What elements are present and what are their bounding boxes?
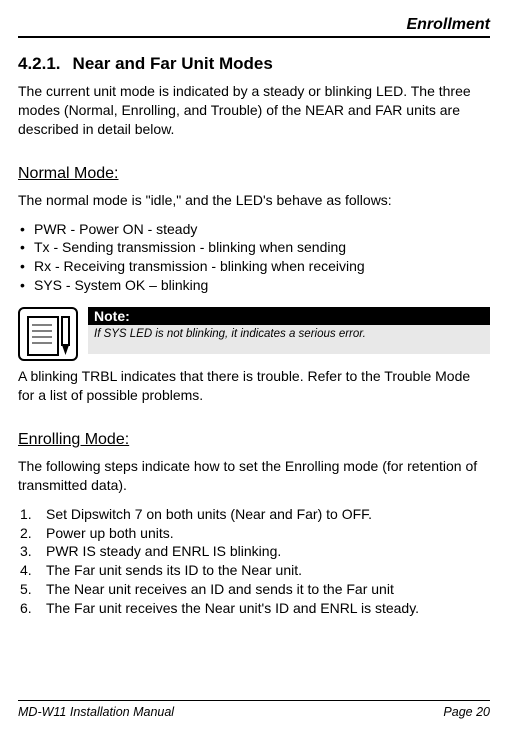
section-intro: The current unit mode is indicated by a … (18, 82, 490, 139)
enrolling-desc: The following steps indicate how to set … (18, 457, 490, 495)
bullet-icon: • (20, 220, 34, 239)
list-item: •SYS - System OK – blinking (20, 276, 490, 295)
footer-rule (18, 700, 490, 701)
bullet-text: PWR - Power ON - steady (34, 220, 197, 239)
list-item: 6.The Far unit receives the Near unit's … (20, 599, 490, 618)
step-number: 2. (20, 524, 46, 543)
list-item: 2.Power up both units. (20, 524, 490, 543)
header-rule (18, 36, 490, 38)
bullet-text: Tx - Sending transmission - blinking whe… (34, 238, 346, 257)
page-footer: MD-W11 Installation Manual Page 20 (18, 700, 490, 719)
step-text: The Near unit receives an ID and sends i… (46, 580, 394, 599)
list-item: •Rx - Receiving transmission - blinking … (20, 257, 490, 276)
section-heading: 4.2.1. Near and Far Unit Modes (18, 54, 490, 74)
enrolling-steps: 1.Set Dipswitch 7 on both units (Near an… (18, 505, 490, 618)
footer-left: MD-W11 Installation Manual (18, 705, 174, 719)
bullet-text: SYS - System OK – blinking (34, 276, 208, 295)
step-text: PWR IS steady and ENRL IS blinking. (46, 542, 281, 561)
step-number: 6. (20, 599, 46, 618)
note-block: Note: If SYS LED is not blinking, it ind… (18, 307, 490, 361)
enrolling-heading: Enrolling Mode: (18, 431, 490, 449)
step-number: 1. (20, 505, 46, 524)
normal-bullets: •PWR - Power ON - steady •Tx - Sending t… (18, 220, 490, 296)
step-text: The Far unit receives the Near unit's ID… (46, 599, 419, 618)
list-item: •PWR - Power ON - steady (20, 220, 490, 239)
list-item: 4.The Far unit sends its ID to the Near … (20, 561, 490, 580)
list-item: 5.The Near unit receives an ID and sends… (20, 580, 490, 599)
note-label: Note: (88, 307, 490, 325)
section-title: Near and Far Unit Modes (73, 54, 273, 74)
step-number: 4. (20, 561, 46, 580)
list-item: 1.Set Dipswitch 7 on both units (Near an… (20, 505, 490, 524)
bullet-icon: • (20, 257, 34, 276)
list-item: •Tx - Sending transmission - blinking wh… (20, 238, 490, 257)
step-text: Power up both units. (46, 524, 174, 543)
normal-heading: Normal Mode: (18, 165, 490, 183)
notepad-icon (18, 307, 78, 361)
step-number: 3. (20, 542, 46, 561)
trbl-text: A blinking TRBL indicates that there is … (18, 367, 490, 405)
header-chapter: Enrollment (18, 16, 490, 34)
bullet-icon: • (20, 276, 34, 295)
section-number: 4.2.1. (18, 54, 61, 74)
footer-right: Page 20 (443, 705, 490, 719)
note-body: If SYS LED is not blinking, it indicates… (88, 325, 490, 354)
normal-desc: The normal mode is "idle," and the LED's… (18, 191, 490, 210)
step-text: The Far unit sends its ID to the Near un… (46, 561, 302, 580)
bullet-text: Rx - Receiving transmission - blinking w… (34, 257, 365, 276)
step-text: Set Dipswitch 7 on both units (Near and … (46, 505, 372, 524)
bullet-icon: • (20, 238, 34, 257)
step-number: 5. (20, 580, 46, 599)
note-content: Note: If SYS LED is not blinking, it ind… (88, 307, 490, 361)
list-item: 3.PWR IS steady and ENRL IS blinking. (20, 542, 490, 561)
